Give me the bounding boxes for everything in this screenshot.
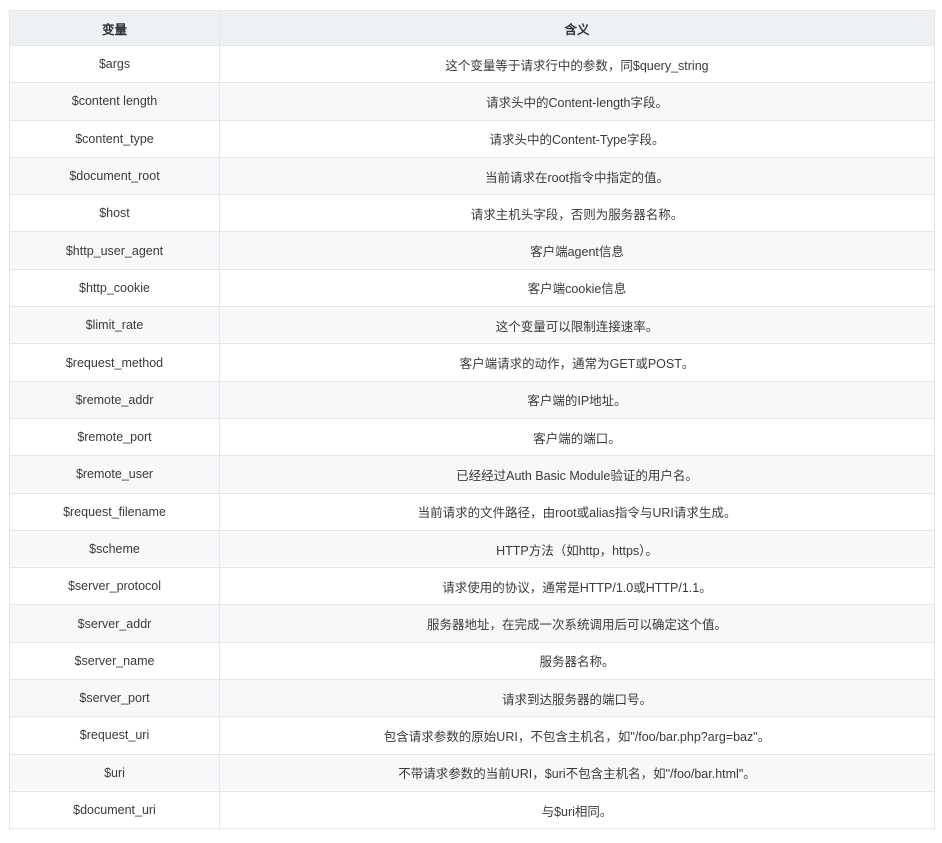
cell-variable: $host <box>9 194 220 233</box>
cell-meaning: 这个变量等于请求行中的参数，同$query_string <box>219 44 935 84</box>
cell-meaning: 请求到达服务器的端口号。 <box>219 679 935 718</box>
cell-meaning: 请求使用的协议，通常是HTTP/1.0或HTTP/1.1。 <box>219 567 935 606</box>
cell-meaning: 请求主机头字段，否则为服务器名称。 <box>219 194 935 233</box>
cell-variable: $request_uri <box>9 716 220 755</box>
table-row: $document_uri 与$uri相同。 <box>9 790 935 830</box>
cell-meaning: 服务器地址，在完成一次系统调用后可以确定这个值。 <box>219 604 935 643</box>
table-row: $request_method 客户端请求的动作，通常为GET或POST。 <box>9 343 935 382</box>
cell-meaning: 请求头中的Content-Type字段。 <box>219 119 935 158</box>
cell-meaning: 与$uri相同。 <box>219 790 935 830</box>
cell-meaning: 客户端的IP地址。 <box>219 380 935 419</box>
header-row: 变量 含义 <box>9 10 935 46</box>
cell-variable: $document_uri <box>9 790 220 830</box>
table-row: $content_type 请求头中的Content-Type字段。 <box>9 119 935 158</box>
table-row: $uri 不带请求参数的当前URI，$uri不包含主机名，如"/foo/bar.… <box>9 753 935 792</box>
cell-meaning: 客户端cookie信息 <box>219 268 935 308</box>
cell-variable: $server_name <box>9 641 220 681</box>
table-row: $scheme HTTP方法（如http，https）。 <box>9 529 935 569</box>
header-variable: 变量 <box>9 10 220 46</box>
cell-variable: $remote_port <box>9 417 220 457</box>
cell-variable: $remote_addr <box>9 380 220 419</box>
cell-meaning: 客户端agent信息 <box>219 231 935 270</box>
table-header: 变量 含义 <box>9 10 935 46</box>
cell-variable: $http_cookie <box>9 268 220 308</box>
header-meaning: 含义 <box>219 10 935 46</box>
cell-variable: $content length <box>9 82 220 121</box>
table-row: $host 请求主机头字段，否则为服务器名称。 <box>9 194 935 233</box>
cell-variable: $scheme <box>9 529 220 569</box>
table-row: $remote_user 已经经过Auth Basic Module验证的用户名… <box>9 455 935 494</box>
table-row: $http_user_agent 客户端agent信息 <box>9 231 935 270</box>
cell-variable: $server_port <box>9 679 220 718</box>
cell-variable: $request_filename <box>9 492 220 531</box>
cell-meaning: 当前请求的文件路径，由root或alias指令与URI请求生成。 <box>219 492 935 531</box>
cell-variable: $args <box>9 44 220 84</box>
table-row: $request_filename 当前请求的文件路径，由root或alias指… <box>9 492 935 531</box>
table-row: $request_uri 包含请求参数的原始URI，不包含主机名，如"/foo/… <box>9 716 935 755</box>
cell-variable: $uri <box>9 753 220 792</box>
table-row: $document_root 当前请求在root指令中指定的值。 <box>9 156 935 196</box>
cell-meaning: 已经经过Auth Basic Module验证的用户名。 <box>219 455 935 494</box>
table-body: $args 这个变量等于请求行中的参数，同$query_string $cont… <box>9 44 935 830</box>
table-row: $args 这个变量等于请求行中的参数，同$query_string <box>9 44 935 84</box>
table-row: $remote_addr 客户端的IP地址。 <box>9 380 935 419</box>
table-row: $http_cookie 客户端cookie信息 <box>9 268 935 308</box>
cell-variable: $content_type <box>9 119 220 158</box>
cell-variable: $request_method <box>9 343 220 382</box>
table-row: $limit_rate 这个变量可以限制连接速率。 <box>9 306 935 345</box>
table-row: $content length 请求头中的Content-length字段。 <box>9 82 935 121</box>
cell-meaning: 当前请求在root指令中指定的值。 <box>219 156 935 196</box>
cell-meaning: 这个变量可以限制连接速率。 <box>219 306 935 345</box>
table-row: $server_name 服务器名称。 <box>9 641 935 681</box>
cell-meaning: 客户端的端口。 <box>219 417 935 457</box>
table-row: $server_protocol 请求使用的协议，通常是HTTP/1.0或HTT… <box>9 567 935 606</box>
cell-variable: $limit_rate <box>9 306 220 345</box>
cell-variable: $remote_user <box>9 455 220 494</box>
cell-variable: $server_addr <box>9 604 220 643</box>
cell-meaning: 不带请求参数的当前URI，$uri不包含主机名，如"/foo/bar.html"… <box>219 753 935 792</box>
cell-meaning: 服务器名称。 <box>219 641 935 681</box>
cell-meaning: 包含请求参数的原始URI，不包含主机名，如"/foo/bar.php?arg=b… <box>219 716 935 755</box>
table-row: $remote_port 客户端的端口。 <box>9 417 935 457</box>
table-row: $server_addr 服务器地址，在完成一次系统调用后可以确定这个值。 <box>9 604 935 643</box>
table-row: $server_port 请求到达服务器的端口号。 <box>9 679 935 718</box>
cell-meaning: HTTP方法（如http，https）。 <box>219 529 935 569</box>
document-page: 变量 含义 $args 这个变量等于请求行中的参数，同$query_string… <box>0 0 942 843</box>
cell-meaning: 客户端请求的动作，通常为GET或POST。 <box>219 343 935 382</box>
cell-meaning: 请求头中的Content-length字段。 <box>219 82 935 121</box>
cell-variable: $http_user_agent <box>9 231 220 270</box>
cell-variable: $document_root <box>9 156 220 196</box>
variables-table: 变量 含义 $args 这个变量等于请求行中的参数，同$query_string… <box>9 10 935 830</box>
cell-variable: $server_protocol <box>9 567 220 606</box>
